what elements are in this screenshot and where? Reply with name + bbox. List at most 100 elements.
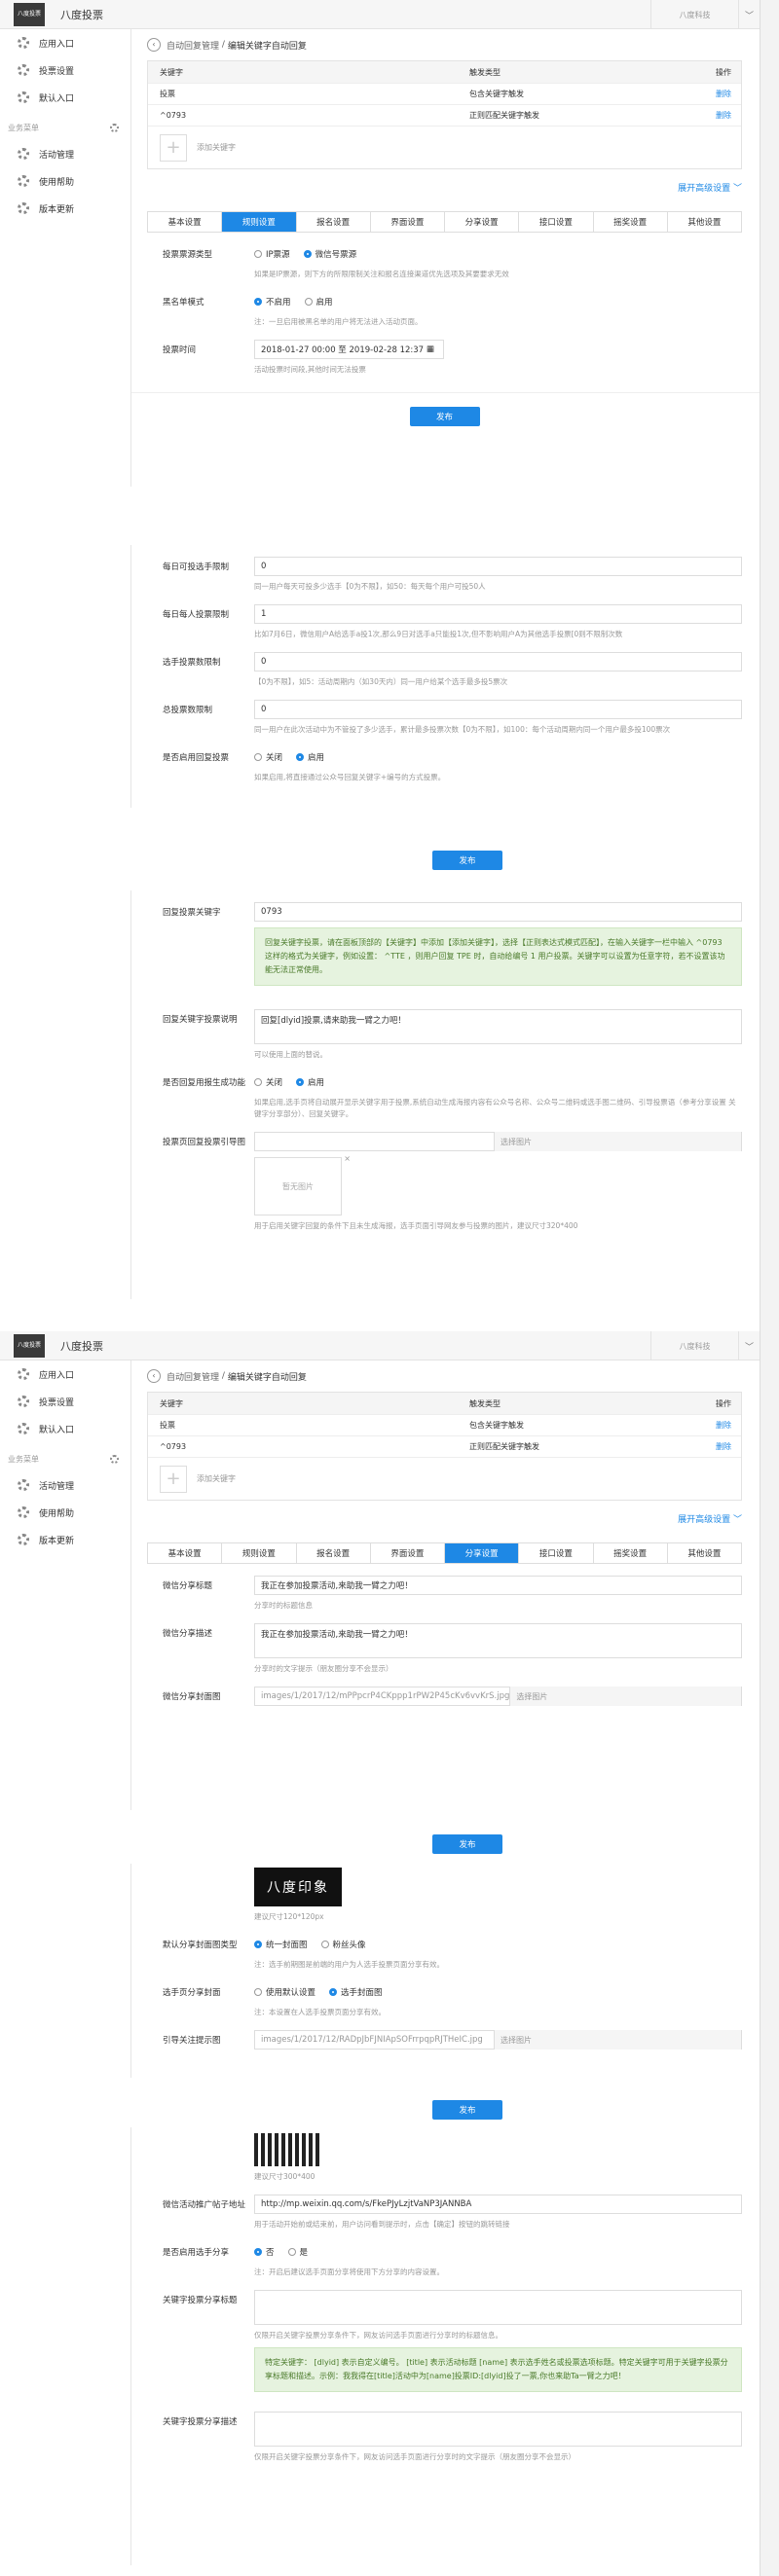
radio-mode-off[interactable]: 关闭 bbox=[254, 1076, 282, 1088]
expand-advanced-link[interactable]: 展开高级设置 ﹀ bbox=[147, 1501, 742, 1537]
share-desc-textarea[interactable]: 我正在参加投票活动,来助我一臂之力吧！ bbox=[254, 1623, 742, 1658]
sidebar-item-default-entry[interactable]: 默认入口 bbox=[0, 84, 130, 111]
sidebar-item-vote-settings[interactable]: 投票设置 bbox=[0, 1388, 130, 1415]
account-menu[interactable]: 八度科技 bbox=[650, 1331, 738, 1361]
account-menu[interactable]: 八度科技 bbox=[650, 0, 738, 29]
daily-limit-input[interactable]: 0 bbox=[254, 557, 742, 576]
share-cover-input[interactable]: images/1/2017/12/mPPpcrP4CKppp1rPW2P45cK… bbox=[254, 1687, 742, 1706]
radio-fan-avatar[interactable]: 粉丝头像 bbox=[320, 1939, 366, 1950]
breadcrumb-parent[interactable]: 自动回复管理 bbox=[167, 39, 219, 52]
radio-use-default[interactable]: 使用默认设置 bbox=[254, 1986, 315, 1998]
add-keyword-button[interactable]: + 添加关键字 bbox=[148, 126, 741, 168]
kw-share-desc-textarea[interactable] bbox=[254, 2412, 742, 2447]
tab-lottery[interactable]: 摇奖设置 bbox=[594, 212, 668, 232]
app-title: 八度投票 bbox=[60, 1339, 103, 1353]
reply-keyword-tip: 回复关键字投票，请在面板顶部的【关键字】中添加【添加关键字】，选择【正则表达式模… bbox=[254, 927, 742, 986]
add-keyword-button[interactable]: + 添加关键字 bbox=[148, 1457, 741, 1500]
radio-disable[interactable]: 不启用 bbox=[254, 296, 291, 308]
sidebar-item-app-entry[interactable]: 应用入口 bbox=[0, 29, 130, 56]
sidebar-item-activity[interactable]: 活动管理 bbox=[0, 140, 130, 167]
delete-link[interactable]: 删除 bbox=[669, 1441, 741, 1452]
chevron-down-icon[interactable]: ﹀ bbox=[738, 0, 760, 29]
back-icon[interactable]: ‹ bbox=[147, 38, 161, 52]
radio-unified-cover[interactable]: 统一封面图 bbox=[254, 1939, 308, 1950]
plus-icon: + bbox=[160, 1465, 187, 1493]
promo-url-input[interactable]: http://mp.weixin.qq.com/s/FkePJyLzjtVaNP… bbox=[254, 2195, 742, 2214]
expand-advanced-link[interactable]: 展开高级设置 ﹀ bbox=[147, 169, 742, 205]
no-image-icon: 暂无图片 bbox=[282, 1181, 314, 1191]
reply-panel: 回复投票关键字 0793 回复关键字投票，请在面板顶部的【关键字】中添加【添加关键字… bbox=[131, 890, 760, 1299]
radio-share-yes[interactable]: 是 bbox=[287, 2246, 308, 2258]
sidebar-item-version[interactable]: 版本更新 bbox=[0, 1526, 130, 1553]
close-icon[interactable]: × bbox=[344, 1154, 351, 1163]
chevron-down-icon: ﹀ bbox=[732, 184, 742, 194]
tab-ui[interactable]: 界面设置 bbox=[371, 212, 445, 232]
tab-other[interactable]: 其他设置 bbox=[668, 212, 741, 232]
sidebar-item-version[interactable]: 版本更新 bbox=[0, 195, 130, 222]
tab-rules[interactable]: 规则设置 bbox=[222, 1543, 297, 1563]
screen-rules: 八度投票 八度投票 八度科技 ﹀ 应用入口 投票设置 默认入口 业务菜单 活动管… bbox=[0, 0, 760, 487]
vote-time-range[interactable]: 2018-01-27 00:00 至 2019-02-28 12:37 ▦ bbox=[254, 340, 444, 359]
sidebar-item-vote-settings[interactable]: 投票设置 bbox=[0, 56, 130, 84]
radio-enable[interactable]: 启用 bbox=[304, 296, 333, 308]
tab-lottery[interactable]: 摇奖设置 bbox=[594, 1543, 668, 1563]
tab-signup[interactable]: 报名设置 bbox=[297, 212, 371, 232]
breadcrumb: ‹ 自动回复管理 / 编辑关键字自动回复 bbox=[147, 29, 742, 60]
guide-image-input[interactable]: 选择图片 bbox=[254, 1132, 742, 1151]
share-options-panel: 八度印象 建议尺寸120*120px 默认分享封面图类型 统一封面图 粉丝头像 注：选手… bbox=[131, 1864, 760, 2078]
publish-button[interactable]: 发布 bbox=[409, 407, 480, 426]
tab-basic[interactable]: 基本设置 bbox=[148, 1543, 223, 1563]
main-content: ‹ 自动回复管理 / 编辑关键字自动回复 关键字 触发类型 操作 投票 包含关键字触发… bbox=[131, 1361, 760, 1810]
screen-share: 八度投票 八度投票 八度科技 ﹀ 应用入口 投票设置 默认入口 业务菜单 活动管… bbox=[0, 1331, 760, 1810]
tab-signup[interactable]: 报名设置 bbox=[297, 1543, 371, 1563]
radio-player-cover[interactable]: 选手封面图 bbox=[329, 1986, 383, 1998]
settings-icon[interactable] bbox=[110, 123, 119, 132]
radio-reply-off[interactable]: 关闭 bbox=[254, 751, 282, 763]
sidebar-item-help[interactable]: 使用帮助 bbox=[0, 1499, 130, 1526]
tab-ui[interactable]: 界面设置 bbox=[371, 1543, 445, 1563]
choose-image-button[interactable]: 选择图片 bbox=[509, 1687, 741, 1706]
gear-icon bbox=[18, 1396, 29, 1407]
sidebar-item-help[interactable]: 使用帮助 bbox=[0, 167, 130, 195]
breadcrumb-parent[interactable]: 自动回复管理 bbox=[167, 1370, 219, 1383]
radio-wechat-source[interactable]: 微信号票源 bbox=[303, 248, 356, 260]
sidebar-item-default-entry[interactable]: 默认入口 bbox=[0, 1415, 130, 1442]
delete-link[interactable]: 删除 bbox=[669, 110, 741, 121]
back-icon[interactable]: ‹ bbox=[147, 1369, 161, 1383]
settings-icon[interactable] bbox=[110, 1454, 119, 1464]
publish-button[interactable]: 发布 bbox=[432, 2100, 502, 2120]
table-row: ^0793 正则匹配关键字触发 删除 bbox=[148, 1435, 741, 1457]
reply-keyword-input[interactable]: 0793 bbox=[254, 902, 742, 922]
kw-share-title-textarea[interactable] bbox=[254, 2290, 742, 2325]
scrollbar[interactable] bbox=[760, 0, 779, 2576]
tab-share[interactable]: 分享设置 bbox=[445, 212, 520, 232]
gear-icon bbox=[18, 1506, 29, 1518]
radio-mode-on[interactable]: 启用 bbox=[296, 1076, 324, 1088]
share-title-input[interactable]: 我正在参加投票活动,来助我一臂之力吧！ bbox=[254, 1576, 742, 1595]
tab-rules[interactable]: 规则设置 bbox=[222, 212, 297, 232]
total-limit-input[interactable]: 0 bbox=[254, 700, 742, 719]
tab-share[interactable]: 分享设置 bbox=[445, 1543, 520, 1563]
tab-api[interactable]: 接口设置 bbox=[519, 1543, 594, 1563]
delete-link[interactable]: 删除 bbox=[669, 89, 741, 99]
radio-share-no[interactable]: 否 bbox=[254, 2246, 275, 2258]
publish-button[interactable]: 发布 bbox=[432, 851, 502, 870]
tab-basic[interactable]: 基本设置 bbox=[148, 212, 223, 232]
gear-icon bbox=[18, 1479, 29, 1491]
publish-button[interactable]: 发布 bbox=[432, 1834, 502, 1854]
sidebar-item-app-entry[interactable]: 应用入口 bbox=[0, 1361, 130, 1388]
sidebar: 应用入口 投票设置 默认入口 业务菜单 活动管理 使用帮助 版本更新 bbox=[0, 29, 131, 487]
delete-link[interactable]: 删除 bbox=[669, 1420, 741, 1431]
radio-reply-on[interactable]: 启用 bbox=[296, 751, 324, 763]
player-limit-input[interactable]: 0 bbox=[254, 652, 742, 671]
choose-image-button[interactable]: 选择图片 bbox=[494, 2030, 741, 2050]
tab-api[interactable]: 接口设置 bbox=[519, 212, 594, 232]
reply-description-textarea[interactable]: 回复[dlyid]投票,请来助我一臂之力吧！ bbox=[254, 1009, 742, 1044]
sidebar-item-activity[interactable]: 活动管理 bbox=[0, 1471, 130, 1499]
guide-image-input[interactable]: images/1/2017/12/RADpJbFJNIApSOFrrpqpRJT… bbox=[254, 2030, 742, 2050]
chevron-down-icon[interactable]: ﹀ bbox=[738, 1331, 760, 1361]
choose-image-button[interactable]: 选择图片 bbox=[494, 1132, 741, 1151]
tab-other[interactable]: 其他设置 bbox=[668, 1543, 741, 1563]
per-user-limit-input[interactable]: 1 bbox=[254, 604, 742, 624]
radio-ip-source[interactable]: IP票源 bbox=[254, 248, 290, 260]
